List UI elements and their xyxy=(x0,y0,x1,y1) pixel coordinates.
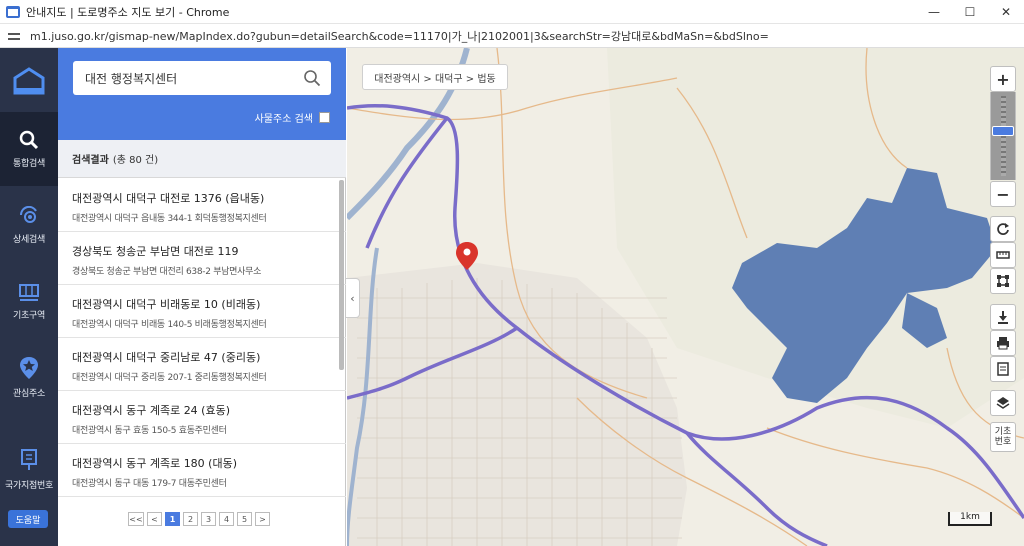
result-item[interactable]: 대전광역시 대덕구 대전로 1376 (읍내동) 대전광역시 대덕구 읍내동 3… xyxy=(58,179,346,232)
result-jibun-address: 대전광역시 대덕구 비래동 140-5 비래동행정복지센터 xyxy=(72,320,267,330)
result-item[interactable]: 대전광역시 대덕구 중리남로 47 (중리동) 대전광역시 대덕구 중리동 20… xyxy=(58,338,346,391)
zoom-slider-handle[interactable] xyxy=(992,126,1014,136)
result-road-address: 대전광역시 대덕구 중리남로 47 (중리동) xyxy=(72,351,261,364)
refresh-button[interactable] xyxy=(990,216,1016,242)
nav-detail-search[interactable]: 상세검색 xyxy=(0,188,58,262)
download-icon xyxy=(998,311,1008,324)
nav-national-point[interactable]: 국가지점번호 xyxy=(0,432,58,506)
page-button[interactable]: 2 xyxy=(183,512,198,526)
favorite-pin-icon xyxy=(20,356,38,379)
printer-icon xyxy=(997,337,1009,350)
map-canvas[interactable] xyxy=(347,48,1024,546)
national-point-icon xyxy=(21,448,37,470)
results-title: 검색결과 xyxy=(72,155,109,166)
nav-basic-zone[interactable]: 기초구역 xyxy=(0,264,58,338)
page-prev-button[interactable]: < xyxy=(147,512,162,526)
map-view[interactable] xyxy=(347,48,1024,546)
results-header: 검색결과 (총 80 건) xyxy=(58,140,346,178)
result-road-address: 대전광역시 동구 계족로 180 (대동) xyxy=(72,457,238,470)
measure-area-button[interactable] xyxy=(990,268,1016,294)
page-button[interactable]: 4 xyxy=(219,512,234,526)
page-button[interactable]: 3 xyxy=(201,512,216,526)
url-text[interactable]: m1.juso.go.kr/gismap-new/MapIndex.do?gub… xyxy=(30,28,769,44)
notes-button[interactable] xyxy=(990,356,1016,382)
search-submit-icon[interactable] xyxy=(303,69,321,87)
basic-number-label: 번호 xyxy=(994,437,1012,447)
zoom-slider[interactable] xyxy=(990,92,1016,180)
area-icon xyxy=(997,275,1009,287)
page-next-button[interactable]: > xyxy=(255,512,270,526)
result-road-address: 대전광역시 동구 계족로 24 (효동) xyxy=(72,404,231,417)
result-jibun-address: 경상북도 청송군 부남면 대전리 638-2 부남면사무소 xyxy=(72,267,262,277)
site-info-icon[interactable] xyxy=(8,31,20,41)
results-list: 대전광역시 대덕구 대전로 1376 (읍내동) 대전광역시 대덕구 읍내동 3… xyxy=(58,179,346,497)
results-count: (총 80 건) xyxy=(112,155,159,166)
measure-distance-button[interactable] xyxy=(990,242,1016,268)
search-header: 사물주소 검색 xyxy=(58,48,346,140)
result-road-address: 대전광역시 대덕구 비래동로 10 (비래동) xyxy=(72,298,261,311)
page-first-button[interactable]: << xyxy=(128,512,144,526)
left-nav: 통합검색 상세검색 기초구역 관심주소 국가지점번호 도움말 xyxy=(0,48,58,546)
print-button[interactable] xyxy=(990,330,1016,356)
result-item[interactable]: 경상북도 청송군 부남면 대전로 119 경상북도 청송군 부남면 대전리 63… xyxy=(58,232,346,285)
refresh-icon xyxy=(997,223,1009,235)
help-button[interactable]: 도움말 xyxy=(8,510,48,528)
nav-integrated-search[interactable]: 통합검색 xyxy=(0,112,58,186)
layers-button[interactable] xyxy=(990,390,1016,416)
ruler-icon xyxy=(996,251,1010,259)
nav-label: 상세검색 xyxy=(13,234,45,245)
building-search-label: 사물주소 검색 xyxy=(254,114,313,125)
close-button[interactable]: ✕ xyxy=(988,0,1024,24)
result-jibun-address: 대전광역시 대덕구 읍내동 344-1 회덕동행정복지센터 xyxy=(72,214,267,224)
window-title: 안내지도 | 도로명주소 지도 보기 - Chrome xyxy=(26,5,230,19)
search-input[interactable] xyxy=(85,71,295,85)
map-scale-bar: 1km xyxy=(948,512,992,526)
result-jibun-address: 대전광역시 대덕구 중리동 207-1 중리동행정복지센터 xyxy=(72,373,267,383)
maximize-button[interactable]: ☐ xyxy=(952,0,988,24)
building-search-toggle[interactable]: 사물주소 검색 xyxy=(255,110,330,125)
nav-favorite-address[interactable]: 관심주소 xyxy=(0,340,58,414)
result-jibun-address: 대전광역시 동구 효동 150-5 효동주민센터 xyxy=(72,426,227,436)
window-title-bar: 안내지도 | 도로명주소 지도 보기 - Chrome — ☐ ✕ xyxy=(0,0,1024,24)
app-icon xyxy=(6,5,20,18)
search-icon xyxy=(19,130,39,149)
zoom-in-button[interactable]: + xyxy=(990,66,1016,92)
building-search-checkbox[interactable] xyxy=(319,112,330,123)
minimize-button[interactable]: — xyxy=(916,0,952,24)
results-scrollbar[interactable] xyxy=(339,180,344,370)
basic-zone-icon xyxy=(19,283,39,301)
detail-search-icon xyxy=(19,205,37,223)
search-box xyxy=(73,61,331,95)
basic-number-button[interactable]: 기초 번호 xyxy=(990,422,1016,452)
result-item[interactable]: 대전광역시 동구 계족로 24 (효동) 대전광역시 동구 효동 150-5 효… xyxy=(58,391,346,444)
panel-collapse-tab[interactable]: ‹ xyxy=(346,278,360,318)
address-bar[interactable]: m1.juso.go.kr/gismap-new/MapIndex.do?gub… xyxy=(0,24,1024,48)
zoom-out-button[interactable]: − xyxy=(990,181,1016,207)
document-icon xyxy=(997,362,1009,376)
basic-number-label: 기초 xyxy=(994,427,1012,437)
download-button[interactable] xyxy=(990,304,1016,330)
logo-icon[interactable] xyxy=(12,66,46,96)
nav-label: 관심주소 xyxy=(13,388,45,399)
nav-label: 통합검색 xyxy=(13,158,45,169)
result-road-address: 경상북도 청송군 부남면 대전로 119 xyxy=(72,245,239,258)
result-road-address: 대전광역시 대덕구 대전로 1376 (읍내동) xyxy=(72,192,265,205)
search-panel: 사물주소 검색 검색결과 (총 80 건) 대전광역시 대덕구 대전로 1376… xyxy=(58,48,346,546)
page-button[interactable]: 5 xyxy=(237,512,252,526)
result-item[interactable]: 대전광역시 대덕구 비래동로 10 (비래동) 대전광역시 대덕구 비래동 14… xyxy=(58,285,346,338)
result-jibun-address: 대전광역시 동구 대동 179-7 대동주민센터 xyxy=(72,479,227,489)
nav-label: 국가지점번호 xyxy=(5,480,53,491)
map-breadcrumb[interactable]: 대전광역시 > 대덕구 > 법동 xyxy=(362,64,508,90)
nav-label: 기초구역 xyxy=(13,310,45,321)
pagination: << < 1 2 3 4 5 > xyxy=(128,512,273,526)
result-item[interactable]: 대전광역시 동구 계족로 180 (대동) 대전광역시 동구 대동 179-7 … xyxy=(58,444,346,497)
page-button[interactable]: 1 xyxy=(165,512,180,526)
layers-icon xyxy=(996,397,1010,409)
